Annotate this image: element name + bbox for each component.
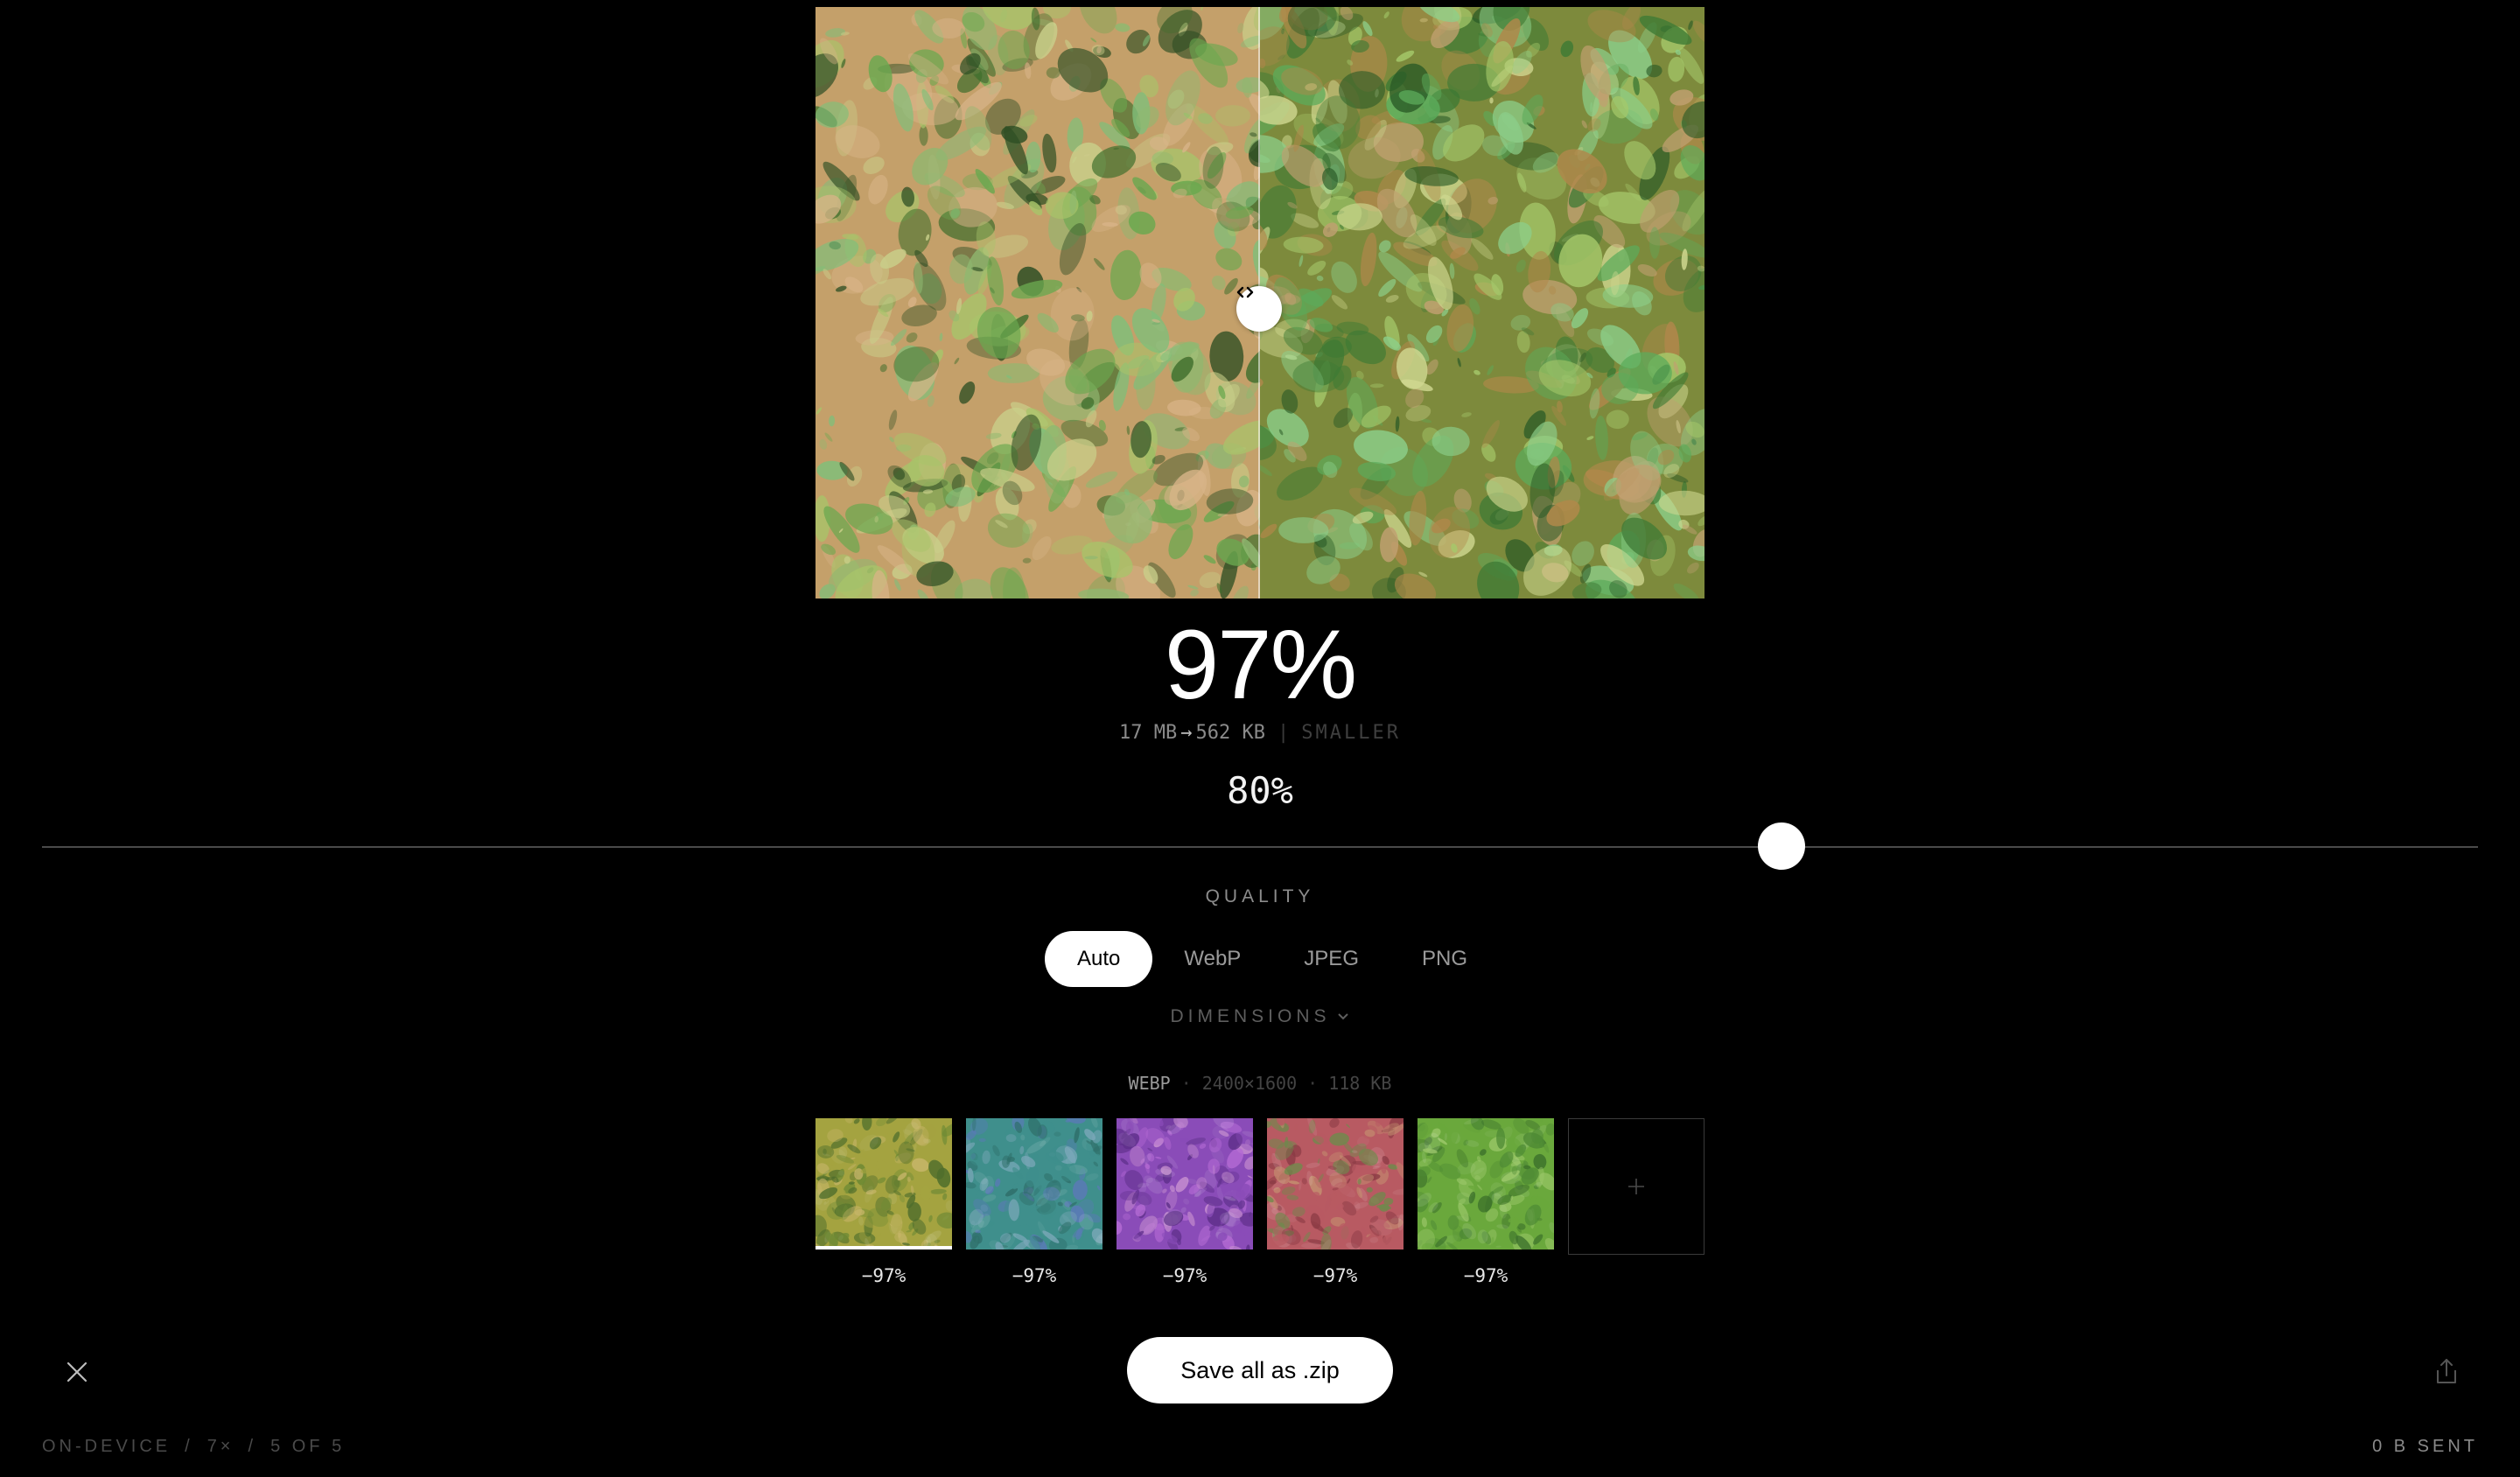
format-option-webp[interactable]: WebP	[1152, 931, 1272, 987]
thumbnail-image	[816, 1118, 952, 1250]
thumbnail-2[interactable]: −97%	[966, 1118, 1102, 1286]
status-separator: /	[248, 1437, 257, 1456]
thumbnail-image	[1418, 1118, 1554, 1250]
compare-handle[interactable]	[1236, 286, 1282, 332]
add-image-button[interactable]	[1568, 1118, 1704, 1255]
size-summary: 17 MB → 562 KB | SMALLER	[0, 721, 2520, 746]
compressed-size: 562 KB	[1195, 722, 1265, 744]
format-option-auto[interactable]: Auto	[1045, 931, 1153, 987]
thumbnail-image	[1116, 1118, 1253, 1250]
share-button[interactable]	[2432, 1356, 2460, 1386]
original-size: 17 MB	[1119, 722, 1178, 744]
quality-slider[interactable]	[42, 822, 2478, 872]
quality-label: QUALITY	[1205, 886, 1315, 906]
comparison-image[interactable]	[816, 7, 1704, 598]
slider-thumb[interactable]	[1758, 822, 1805, 870]
meta-dot: ·	[1180, 1073, 1192, 1094]
thumbnail-1[interactable]: −97%	[816, 1118, 952, 1286]
close-icon	[66, 1362, 88, 1382]
thumbnail-savings: −97%	[1162, 1265, 1208, 1286]
thumbnail-3[interactable]: −97%	[1116, 1118, 1253, 1286]
thumbnail-savings: −97%	[1012, 1265, 1057, 1286]
thumbnail-5[interactable]: −97%	[1418, 1118, 1554, 1286]
save-zip-button[interactable]: Save all as .zip	[1127, 1337, 1393, 1404]
thumbnail-savings: −97%	[1312, 1265, 1358, 1286]
thumbnail-image	[1267, 1118, 1404, 1250]
position-label: 5 OF 5	[270, 1437, 346, 1456]
output-format: WEBP	[1128, 1073, 1171, 1094]
format-selector: Auto WebP JPEG PNG	[1045, 931, 1499, 987]
dimensions-toggle[interactable]: DIMENSIONS	[0, 1006, 2520, 1027]
thumbnail-savings: −97%	[1463, 1265, 1508, 1286]
quality-value: 80%	[1227, 769, 1293, 812]
mode-label: ON-DEVICE	[42, 1437, 172, 1456]
output-resolution: 2400×1600	[1201, 1073, 1298, 1094]
sent-status: 0 B SENT	[2372, 1437, 2478, 1456]
leaf-shape	[1499, 1204, 1508, 1219]
smaller-label: SMALLER	[1301, 722, 1401, 744]
output-size: 118 KB	[1328, 1073, 1392, 1094]
output-meta: WEBP · 2400×1600 · 118 KB	[0, 1073, 2520, 1094]
format-option-png[interactable]: PNG	[1390, 931, 1499, 987]
leaf-shape	[1046, 67, 1060, 79]
savings-percent: 97%	[1164, 610, 1357, 719]
thumbnail-4[interactable]: −97%	[1267, 1118, 1404, 1286]
thumbnail-savings: −97%	[861, 1265, 906, 1286]
chevron-left-right-icon	[1236, 286, 1254, 298]
slider-track[interactable]	[42, 846, 2478, 848]
share-icon	[2437, 1359, 2456, 1383]
meta-dot: ·	[1307, 1073, 1319, 1094]
status-separator: /	[185, 1437, 193, 1456]
chevron-down-icon	[1337, 1013, 1348, 1020]
format-option-jpeg[interactable]: JPEG	[1272, 931, 1390, 987]
leaf-shape	[1619, 352, 1672, 394]
status-bar-left: ON-DEVICE / 7× / 5 OF 5	[42, 1437, 345, 1457]
close-button[interactable]	[63, 1358, 91, 1386]
leaf-shape	[1447, 1214, 1460, 1230]
count-label: 7×	[206, 1437, 234, 1456]
arrow-icon: →	[1180, 722, 1193, 744]
selected-indicator	[816, 1246, 952, 1250]
plus-icon	[1628, 1179, 1644, 1194]
leaf-shape	[1649, 227, 1660, 258]
separator: |	[1278, 722, 1290, 744]
thumbnail-image	[966, 1118, 1102, 1250]
dimensions-label: DIMENSIONS	[1170, 1006, 1331, 1026]
